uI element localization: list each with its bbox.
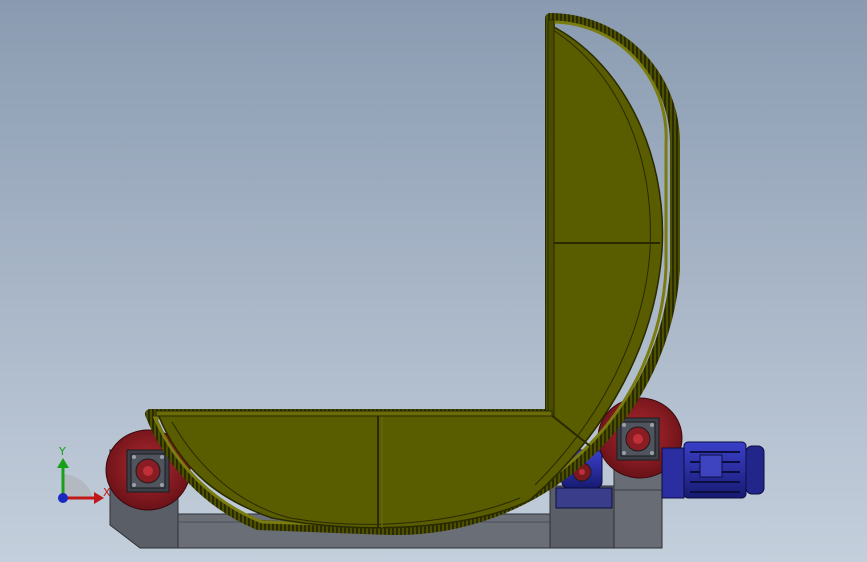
cad-viewport[interactable]: Y X <box>0 0 867 562</box>
x-axis-label: X <box>103 486 111 499</box>
drive-motor <box>661 441 765 499</box>
coordinate-triad-icon: Y X <box>57 445 111 504</box>
y-axis-label: Y <box>58 445 66 458</box>
assembly-drawing: Y X <box>57 13 765 549</box>
